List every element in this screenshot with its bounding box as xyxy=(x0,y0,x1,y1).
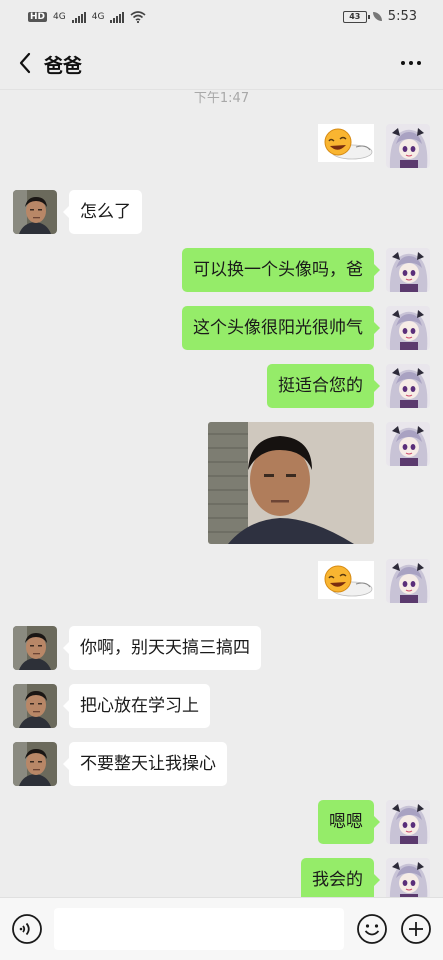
status-bar: HD 4G 4G 43 5:53 xyxy=(0,0,443,36)
my-avatar[interactable] xyxy=(386,364,430,408)
wifi-icon xyxy=(130,11,146,23)
network-type-2: 4G xyxy=(91,12,105,22)
laughing-blob-sticker[interactable] xyxy=(318,561,374,599)
message-bubble[interactable]: 嗯嗯 xyxy=(318,800,380,844)
message-timestamp: 下午1:47 xyxy=(193,91,250,106)
status-bar-right: 43 5:53 xyxy=(342,9,417,24)
back-button[interactable] xyxy=(14,50,38,76)
power-saving-icon xyxy=(372,12,382,21)
my-avatar[interactable] xyxy=(386,858,430,897)
dad-avatar[interactable] xyxy=(13,190,57,234)
dad-avatar[interactable] xyxy=(13,684,57,728)
message-bubble[interactable]: 不要整天让我操心 xyxy=(63,742,227,786)
my-avatar[interactable] xyxy=(386,306,430,350)
message-bubble[interactable]: 怎么了 xyxy=(63,190,142,234)
more-button[interactable] xyxy=(399,51,423,75)
input-bar xyxy=(0,897,443,960)
status-time: 5:53 xyxy=(387,9,417,24)
chat-header: 爸爸 xyxy=(0,36,443,90)
message-bubble[interactable]: 挺适合您的 xyxy=(267,364,380,408)
message-input[interactable] xyxy=(54,908,344,950)
emoji-icon xyxy=(357,914,387,944)
hd-badge: HD xyxy=(28,12,48,22)
laughing-blob-sticker[interactable] xyxy=(318,124,374,162)
my-avatar[interactable] xyxy=(386,248,430,292)
my-avatar[interactable] xyxy=(386,559,430,603)
portrait-photo[interactable] xyxy=(208,422,374,544)
chevron-left-icon xyxy=(19,52,31,74)
message-bubble[interactable]: 我会的 xyxy=(301,858,380,897)
my-avatar[interactable] xyxy=(386,124,430,168)
voice-icon xyxy=(12,914,42,944)
signal-icon xyxy=(110,11,125,23)
chat-messages[interactable]: 下午1:47 怎么了 可以换一个头像吗，爸 这个头像很阳光很帅气 挺适合您的 你… xyxy=(0,91,443,897)
chat-title: 爸爸 xyxy=(44,55,83,77)
signal-icon xyxy=(71,11,86,23)
my-avatar[interactable] xyxy=(386,422,430,466)
plus-icon xyxy=(401,914,431,944)
battery-icon: 43 xyxy=(342,10,370,23)
status-bar-left: HD 4G 4G xyxy=(28,11,146,23)
message-bubble[interactable]: 把心放在学习上 xyxy=(63,684,210,728)
emoji-button[interactable] xyxy=(356,913,388,945)
message-bubble[interactable]: 可以换一个头像吗，爸 xyxy=(182,248,380,292)
more-dots-icon xyxy=(401,61,405,65)
dad-avatar[interactable] xyxy=(13,626,57,670)
voice-button[interactable] xyxy=(11,913,43,945)
dad-avatar[interactable] xyxy=(13,742,57,786)
network-type-1: 4G xyxy=(53,12,66,22)
more-functions-button[interactable] xyxy=(400,913,432,945)
message-bubble[interactable]: 你啊，别天天搞三搞四 xyxy=(63,626,261,670)
my-avatar[interactable] xyxy=(386,800,430,844)
message-bubble[interactable]: 这个头像很阳光很帅气 xyxy=(182,306,380,350)
